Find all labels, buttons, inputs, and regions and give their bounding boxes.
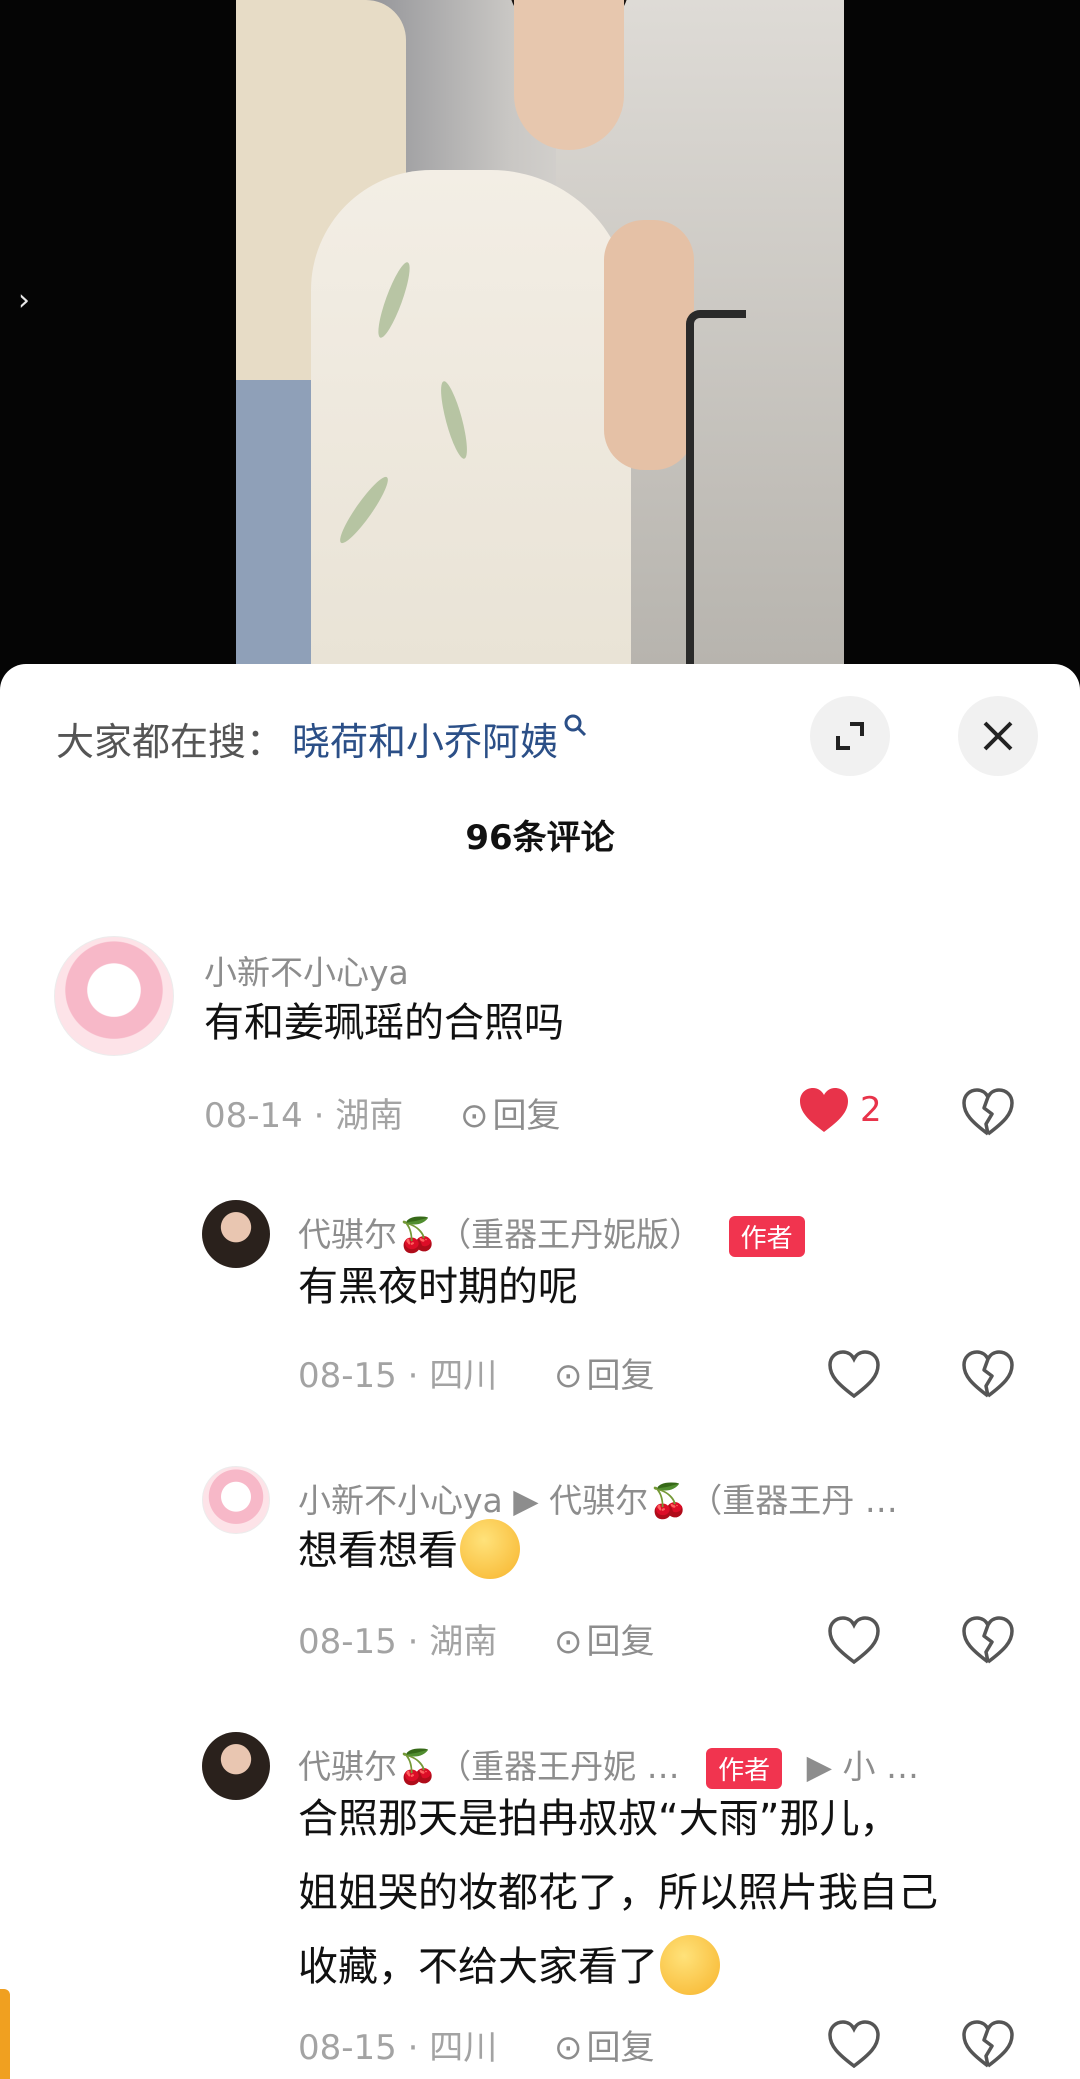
comment-text: 有和姜珮瑶的合照吗	[204, 1000, 564, 1046]
comment-count: 96条评论	[465, 818, 615, 858]
comment-meta: 08-14 · 湖南 ⊙ 回复	[204, 1088, 561, 1137]
heart-hug-emoji-icon	[660, 1935, 720, 1995]
expand-icon	[836, 722, 864, 750]
reply-icon: ⊙	[460, 1096, 489, 1136]
avatar[interactable]	[202, 1732, 270, 1800]
like-button[interactable]	[826, 1612, 882, 1668]
search-label: 大家都在搜：	[56, 719, 285, 764]
comment-meta: 08-15 · 湖南 ⊙ 回复	[298, 1614, 655, 1663]
reply-button[interactable]: ⊙ 回复	[554, 2028, 655, 2068]
search-icon	[562, 712, 588, 745]
comment-author[interactable]: 代骐尔🍒（重器王丹妮 …	[298, 1747, 680, 1786]
scroll-edge-indicator	[0, 1989, 10, 2079]
reply-button[interactable]: ⊙ 回复	[554, 1622, 655, 1662]
reply-button[interactable]: ⊙ 回复	[554, 1356, 655, 1396]
comment-date: 08-15 · 四川	[298, 2028, 498, 2068]
like-button[interactable]: 2	[798, 1086, 882, 1134]
avatar[interactable]	[54, 936, 174, 1056]
close-button[interactable]	[958, 696, 1038, 776]
like-button[interactable]	[826, 1346, 882, 1402]
avatar[interactable]	[202, 1466, 270, 1534]
like-count: 2	[860, 1090, 882, 1130]
photo[interactable]	[236, 0, 844, 664]
dislike-button[interactable]	[960, 1612, 1016, 1668]
heart-filled-icon	[800, 1088, 848, 1132]
search-suggestion[interactable]: 大家都在搜： 晓荷和小乔阿姨	[56, 708, 588, 768]
reply-icon: ⊙	[554, 2028, 583, 2068]
comment-meta: 08-15 · 四川 ⊙ 回复	[298, 2020, 655, 2069]
photo-arm	[604, 220, 694, 470]
expand-button[interactable]	[810, 696, 890, 776]
photo-dress	[311, 170, 631, 664]
dislike-button[interactable]	[960, 1346, 1016, 1402]
broken-heart-icon	[962, 2020, 1014, 2068]
reply-button[interactable]: ⊙ 回复	[460, 1096, 561, 1136]
broken-heart-icon	[962, 1350, 1014, 1398]
close-icon	[983, 721, 1013, 751]
pleading-emoji-icon	[460, 1519, 520, 1579]
photo-face	[514, 0, 624, 150]
comment-date: 08-14 · 湖南	[204, 1096, 404, 1136]
comment-date: 08-15 · 湖南	[298, 1622, 498, 1662]
heart-icon	[828, 1350, 880, 1398]
image-viewer[interactable]: ›	[0, 0, 1080, 690]
author-badge: 作者	[728, 1216, 805, 1257]
comment-meta: 08-15 · 四川 ⊙ 回复	[298, 1348, 655, 1397]
heart-icon	[828, 2020, 880, 2068]
comment-text: 有黑夜时期的呢	[298, 1264, 578, 1310]
chevron-right-icon[interactable]: ›	[18, 286, 48, 316]
comment-text: 合照那天是拍冉叔叔“大雨”那儿， 姐姐哭的妆都花了，所以照片我自己 收藏，不给大…	[298, 1782, 1038, 2004]
broken-heart-icon	[962, 1088, 1014, 1136]
comment-author[interactable]: 代骐尔🍒（重器王丹妮版）	[298, 1215, 702, 1254]
heart-icon	[828, 1616, 880, 1664]
like-button[interactable]	[826, 2016, 882, 2072]
reply-icon: ⊙	[554, 1622, 583, 1662]
reply-icon: ⊙	[554, 1356, 583, 1396]
comment-date: 08-15 · 四川	[298, 1356, 498, 1396]
comment-text: 想看想看	[298, 1514, 520, 1588]
search-term-link[interactable]: 晓荷和小乔阿姨	[292, 711, 558, 766]
photo-chair	[686, 310, 746, 664]
dislike-button[interactable]	[960, 1084, 1016, 1140]
avatar[interactable]	[202, 1200, 270, 1268]
comments-sheet: 大家都在搜： 晓荷和小乔阿姨 96条评论 小新不小心ya 有和姜珮瑶的合照吗 0…	[0, 664, 1080, 2079]
dislike-button[interactable]	[960, 2016, 1016, 2072]
broken-heart-icon	[962, 1616, 1014, 1664]
reply-to[interactable]: ▶ 小 …	[807, 1747, 919, 1786]
